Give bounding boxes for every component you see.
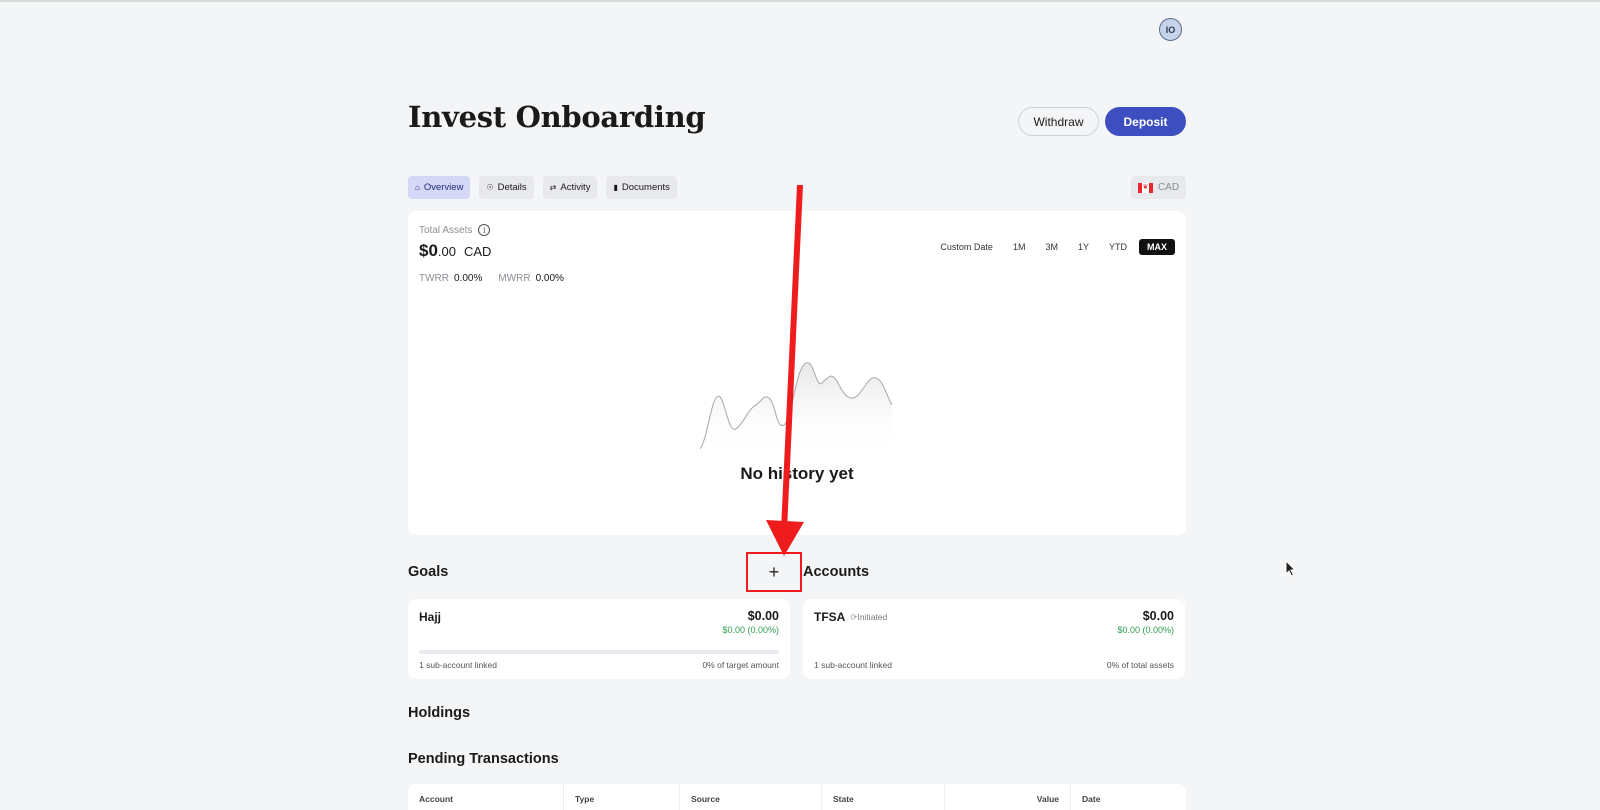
tab-label: Documents — [621, 182, 670, 193]
range-max[interactable]: MAX — [1139, 239, 1175, 255]
document-icon: ▮ — [613, 183, 618, 192]
tab-label: Details — [497, 182, 527, 193]
column-header-account[interactable]: Account — [408, 784, 564, 810]
deposit-button[interactable]: Deposit — [1105, 107, 1186, 136]
empty-chart-illustration — [700, 362, 892, 455]
value-main: $0 — [419, 241, 438, 260]
pending-transactions-table: Account Type Source State Value Date — [408, 784, 1186, 810]
tab-details[interactable]: ☉ Details — [479, 176, 534, 199]
mwrr-label: MWRR — [498, 273, 531, 284]
range-3m[interactable]: 3M — [1037, 239, 1066, 255]
range-1y[interactable]: 1Y — [1070, 239, 1097, 255]
account-name-row: TFSA ⟳Initiated — [814, 610, 887, 624]
withdraw-button[interactable]: Withdraw — [1018, 107, 1099, 136]
value-currency: CAD — [464, 244, 492, 259]
swap-icon: ⇄ — [549, 183, 557, 192]
range-1m[interactable]: 1M — [1005, 239, 1034, 255]
account-name: TFSA — [814, 610, 846, 624]
total-assets-card: Total Assets i $0.00 CAD TWRR 0.00% MWRR… — [408, 211, 1186, 535]
tab-overview[interactable]: ⌂ Overview — [408, 176, 471, 199]
tab-label: Overview — [423, 182, 464, 193]
tab-bar: ⌂ Overview ☉ Details ⇄ Activity ▮ Docume… — [408, 176, 677, 199]
pending-transactions-title: Pending Transactions — [408, 751, 559, 767]
goal-amount: $0.00 — [747, 609, 779, 623]
account-status-label: Initiated — [857, 611, 888, 622]
goal-target: 0% of target amount — [702, 660, 779, 670]
account-change: $0.00 (0.00%) — [1117, 625, 1174, 635]
goals-title: Goals — [408, 564, 449, 580]
currency-selector[interactable]: ❦ CAD — [1131, 176, 1186, 199]
range-ytd[interactable]: YTD — [1101, 239, 1135, 255]
total-assets-label: Total Assets — [419, 224, 473, 236]
account-card-tfsa[interactable]: TFSA ⟳Initiated $0.00 $0.00 (0.00%) 1 su… — [803, 599, 1185, 679]
account-status: ⟳Initiated — [850, 612, 887, 623]
date-range-selector: Custom Date 1M 3M 1Y YTD MAX — [932, 239, 1175, 255]
avatar[interactable]: IO — [1159, 18, 1182, 41]
twrr-value: 0.00% — [454, 273, 483, 284]
tab-label: Activity — [560, 182, 591, 193]
column-header-type[interactable]: Type — [564, 784, 680, 810]
account-amount: $0.00 — [1142, 609, 1174, 623]
page-title: Invest Onboarding — [408, 100, 706, 134]
value-cents: .00 — [437, 244, 456, 259]
total-assets-label-row: Total Assets i — [419, 224, 491, 236]
top-border — [0, 0, 1600, 2]
mouse-cursor-icon — [1285, 560, 1297, 577]
return-rates: TWRR 0.00% MWRR 0.00% — [419, 273, 564, 284]
canada-flag-icon: ❦ — [1137, 182, 1153, 193]
accounts-title: Accounts — [803, 564, 870, 580]
goal-card-hajj[interactable]: Hajj $0.00 $0.00 (0.00%) 1 sub-account l… — [408, 599, 790, 679]
account-share: 0% of total assets — [1106, 660, 1174, 670]
holdings-title: Holdings — [408, 705, 471, 721]
person-icon: ☉ — [486, 183, 494, 192]
mwrr-value: 0.00% — [535, 273, 564, 284]
column-header-source[interactable]: Source — [680, 784, 822, 810]
range-custom-date[interactable]: Custom Date — [932, 239, 1001, 255]
goal-change: $0.00 (0.00%) — [722, 625, 779, 635]
home-icon: ⌂ — [415, 183, 420, 192]
twrr-label: TWRR — [419, 273, 449, 284]
goal-sub-accounts: 1 sub-account linked — [419, 660, 497, 670]
goal-progress-bar — [419, 650, 779, 654]
column-header-state[interactable]: State — [822, 784, 945, 810]
column-header-date[interactable]: Date — [1071, 784, 1186, 810]
tab-activity[interactable]: ⇄ Activity — [542, 176, 598, 199]
add-goal-button[interactable]: + — [746, 552, 802, 592]
empty-state-message: No history yet — [740, 464, 854, 483]
total-assets-value: $0.00 CAD — [419, 241, 491, 261]
info-icon[interactable]: i — [478, 224, 491, 236]
goal-name: Hajj — [419, 610, 442, 624]
account-sub-accounts: 1 sub-account linked — [814, 660, 892, 670]
currency-label: CAD — [1157, 182, 1180, 193]
column-header-value[interactable]: Value — [945, 784, 1071, 810]
tab-documents[interactable]: ▮ Documents — [606, 176, 677, 199]
